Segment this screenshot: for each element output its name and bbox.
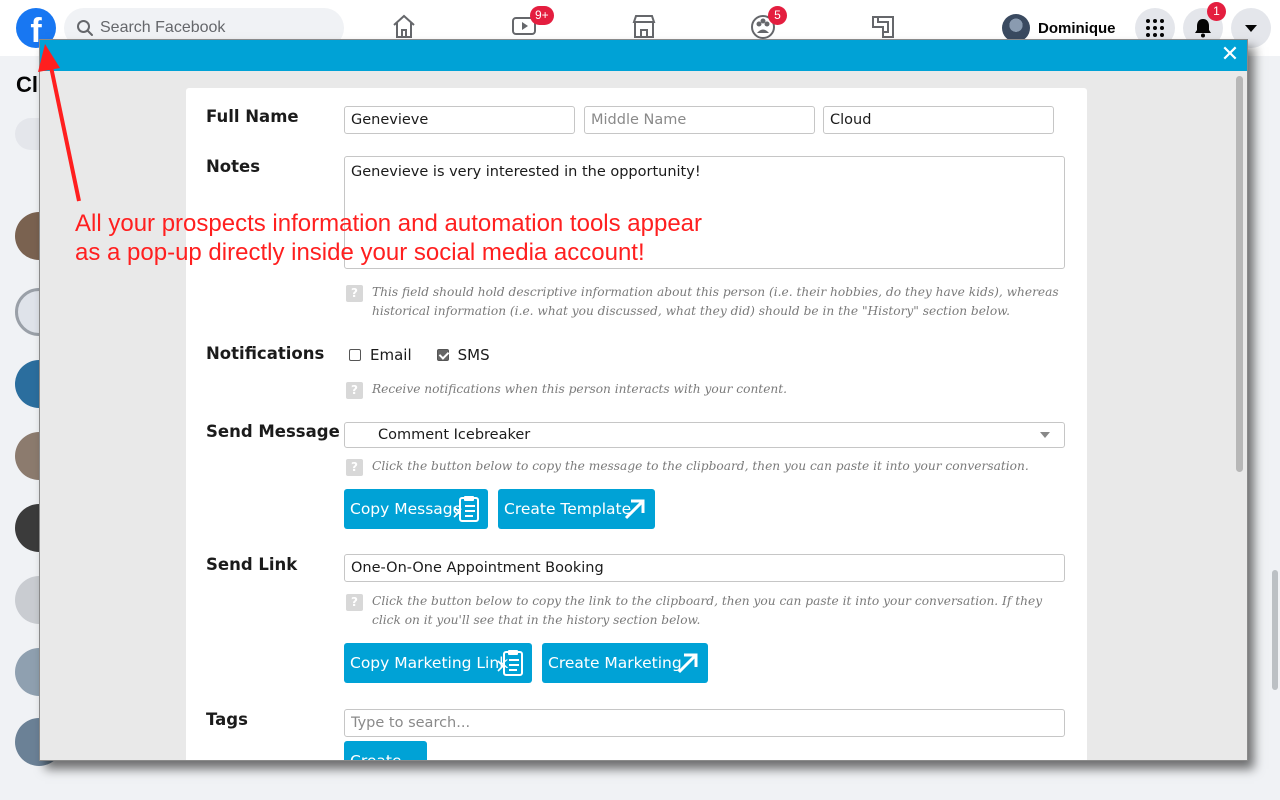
message-template-value: Comment Icebreaker — [378, 427, 531, 443]
notes-hint: ? This field should hold descriptive inf… — [346, 283, 1066, 321]
email-checkbox[interactable] — [349, 349, 361, 361]
notifications-label: Notifications — [206, 344, 325, 363]
groups-badge: 5 — [768, 6, 787, 25]
help-icon: ? — [346, 459, 363, 476]
prospect-form: Full Name Notes Genevieve is very intere… — [186, 88, 1087, 761]
copy-message-button[interactable]: Copy Message — [344, 489, 488, 529]
annotation-text: All your prospects information and autom… — [75, 210, 703, 266]
send-message-label: Send Message — [206, 422, 340, 441]
page-scroll-thumb[interactable] — [1272, 570, 1278, 690]
create-marketing-button[interactable]: Create Marketing — [542, 643, 708, 683]
sms-checkbox-label: SMS — [457, 346, 490, 364]
notifications-hint-text: Receive notifications when this person i… — [372, 382, 788, 396]
facebook-sidebar: Cl — [0, 56, 63, 800]
clipboard-icon — [453, 496, 479, 522]
send-message-hint: ? Click the button below to copy the mes… — [346, 457, 1066, 476]
notes-label: Notes — [206, 157, 261, 176]
help-icon: ? — [346, 285, 363, 302]
create-template-label: Create Template — [504, 500, 632, 518]
create-tag-label: Create Tag — [350, 752, 402, 761]
message-template-select[interactable]: Comment Icebreaker — [344, 422, 1065, 448]
tags-label: Tags — [206, 710, 248, 729]
email-checkbox-label: Email — [370, 346, 412, 364]
middle-name-field[interactable] — [584, 106, 815, 134]
sidebar-heading: Cl — [16, 72, 38, 97]
watch-badge: 9+ — [530, 6, 554, 25]
copy-message-label: Copy Message — [350, 500, 463, 518]
home-icon[interactable] — [390, 12, 418, 40]
copy-marketing-link-label: Copy Marketing Link — [350, 654, 509, 672]
marketing-link-field[interactable] — [344, 554, 1065, 582]
prospect-modal: ✕ Full Name Notes Genevieve is very inte… — [39, 39, 1248, 761]
search-input[interactable] — [100, 16, 330, 40]
modal-header: ✕ — [40, 40, 1247, 71]
notifications-hint: ? Receive notifications when this person… — [346, 380, 1066, 399]
page-scrollbar[interactable] — [1272, 56, 1280, 800]
chevron-down-icon — [1245, 25, 1257, 32]
external-arrow-icon — [677, 653, 698, 674]
create-template-button[interactable]: Create Template — [498, 489, 655, 529]
create-marketing-label: Create Marketing — [548, 654, 682, 672]
modal-scroll-thumb[interactable] — [1236, 76, 1243, 472]
notes-hint-text: This field should hold descriptive infor… — [372, 285, 1059, 318]
last-name-field[interactable] — [823, 106, 1054, 134]
send-message-hint-text: Click the button below to copy the messa… — [372, 459, 1029, 473]
first-name-field[interactable] — [344, 106, 575, 134]
notifications-badge: 1 — [1207, 2, 1226, 21]
bell-icon — [1195, 19, 1211, 38]
help-icon: ? — [346, 594, 363, 611]
notification-options: Email SMS — [349, 346, 490, 364]
search-icon — [77, 20, 93, 36]
send-link-hint: ? Click the button below to copy the lin… — [346, 592, 1066, 630]
marketplace-icon[interactable] — [630, 12, 658, 40]
copy-marketing-link-button[interactable]: Copy Marketing Link — [344, 643, 532, 683]
sms-checkbox[interactable] — [436, 349, 449, 361]
groups-nav[interactable]: 5 — [749, 6, 787, 42]
gaming-icon[interactable] — [869, 12, 897, 40]
close-icon[interactable]: ✕ — [1219, 43, 1241, 67]
tags-search-input[interactable] — [344, 709, 1065, 737]
dropdown-caret-icon — [1040, 432, 1050, 438]
full-name-label: Full Name — [206, 107, 299, 126]
clipboard-icon — [497, 650, 523, 676]
watch-nav[interactable]: 9+ — [510, 6, 554, 42]
help-icon: ? — [346, 382, 363, 399]
external-arrow-icon — [624, 499, 645, 520]
send-link-hint-text: Click the button below to copy the link … — [372, 594, 1043, 627]
create-tag-button[interactable]: Create Tag — [344, 741, 427, 761]
profile-name: Dominique — [1038, 19, 1116, 37]
avatar — [1002, 14, 1030, 42]
modal-scrollbar[interactable] — [1236, 76, 1243, 756]
send-link-label: Send Link — [206, 555, 298, 574]
apps-grid-icon — [1146, 19, 1164, 37]
